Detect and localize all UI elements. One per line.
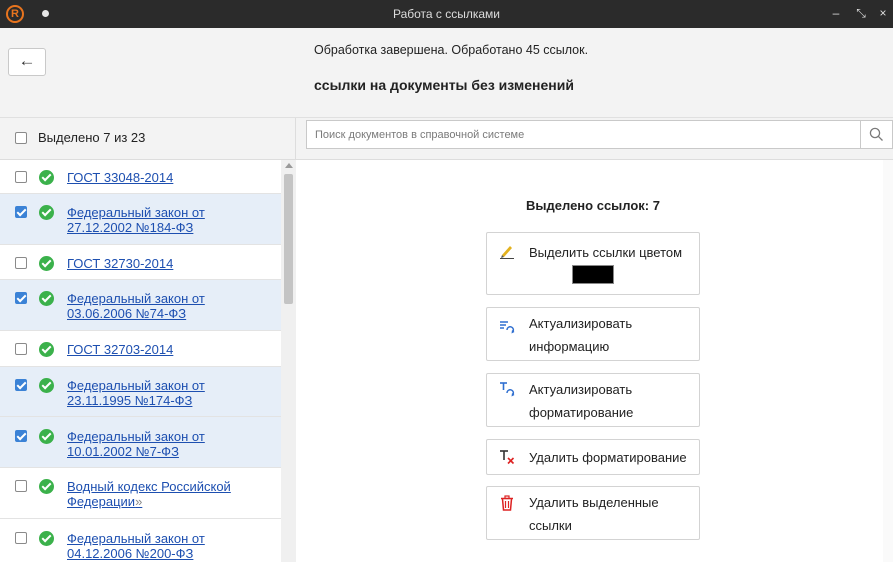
status-ok-icon [39,291,54,306]
item-checkbox[interactable] [15,257,27,269]
item-checkbox[interactable] [15,480,27,492]
list-scrollbar[interactable] [281,160,296,562]
links-list: ГОСТ 33048-2014 Федеральный закон от 27.… [0,160,296,562]
selected-links-count: Выделено ссылок: 7 [526,198,660,213]
search-icon [869,127,883,141]
status-ok-icon [39,531,54,546]
window-title: Работа с ссылками [392,7,501,21]
pencil-icon [500,246,514,259]
item-checkbox[interactable] [15,379,27,391]
title-bar: R Работа с ссылками – ⤡ × [0,0,893,28]
status-ok-icon [39,256,54,271]
minimize-button[interactable]: – [827,4,845,22]
color-swatch[interactable] [572,265,614,284]
document-link[interactable]: ГОСТ 32703-2014 [67,342,257,357]
update-info-label: Актуализировать информацию [529,316,633,354]
search-button[interactable] [860,121,892,148]
list-item[interactable]: ГОСТ 33048-2014 [0,160,281,194]
status-message: Обработка завершена. Обработано 45 ссыло… [314,43,589,57]
delete-links-label: Удалить выделенные ссылки [529,495,659,533]
scroll-up-icon[interactable] [285,163,293,168]
list-item[interactable]: Федеральный закон от 10.01.2002 №7-ФЗ [0,417,281,468]
right-edge [883,160,893,562]
restore-button[interactable]: ⤡ [852,4,870,22]
selection-summary: Выделено 7 из 23 [0,118,296,160]
section-title: ссылки на документы без изменений [314,77,574,93]
update-format-icon [500,382,515,397]
update-info-icon [500,321,515,334]
update-info-button[interactable]: Актуализировать информацию [486,307,700,361]
document-link[interactable]: Федеральный закон от 03.06.2006 №74-ФЗ [67,291,257,321]
status-ok-icon [39,170,54,185]
search-input[interactable]: Поиск документов в справочной системе [306,120,893,149]
document-link[interactable]: Федеральный закон от 27.12.2002 №184-ФЗ [67,205,257,235]
item-checkbox[interactable] [15,292,27,304]
list-item[interactable]: Федеральный закон от 04.12.2006 №200-ФЗ [0,519,281,562]
close-button[interactable]: × [874,4,892,22]
document-link[interactable]: ГОСТ 33048-2014 [67,170,257,185]
status-ok-icon [39,342,54,357]
document-link[interactable]: Федеральный закон от 04.12.2006 №200-ФЗ [67,531,257,561]
highlight-color-button[interactable]: Выделить ссылки цветом [486,232,700,295]
list-item[interactable]: ГОСТ 32703-2014 [0,331,281,367]
search-placeholder: Поиск документов в справочной системе [315,129,525,141]
item-checkbox[interactable] [15,206,27,218]
list-item[interactable]: Федеральный закон от 03.06.2006 №74-ФЗ [0,280,281,331]
select-all-checkbox[interactable] [15,132,27,144]
status-ok-icon [39,378,54,393]
document-link[interactable]: Водный кодекс Российской Федерации» [67,479,257,509]
document-link[interactable]: ГОСТ 32730-2014 [67,256,257,271]
list-item[interactable]: Водный кодекс Российской Федерации» [0,468,281,519]
selected-count-label: Выделено 7 из 23 [38,130,146,145]
document-link[interactable]: Федеральный закон от 10.01.2002 №7-ФЗ [67,429,257,459]
remove-formatting-label: Удалить форматирование [529,450,687,465]
item-checkbox[interactable] [15,430,27,442]
header: ← Обработка завершена. Обработано 45 ссы… [0,28,893,118]
remove-formatting-button[interactable]: Удалить форматирование [486,439,700,475]
list-item[interactable]: Федеральный закон от 23.11.1995 №174-ФЗ [0,367,281,417]
trash-icon [501,495,513,511]
delete-links-button[interactable]: Удалить выделенные ссылки [486,486,700,540]
item-checkbox[interactable] [15,532,27,544]
document-link-text[interactable]: Водный кодекс Российской Федерации [67,479,231,509]
status-ok-icon [39,429,54,444]
item-checkbox[interactable] [15,171,27,183]
search-bar-area: Поиск документов в справочной системе [296,118,893,160]
update-formatting-button[interactable]: Актуализировать форматирование [486,373,700,427]
clear-format-icon [500,450,515,465]
open-arrow-icon: » [135,494,143,509]
item-checkbox[interactable] [15,343,27,355]
document-link[interactable]: Федеральный закон от 23.11.1995 №174-ФЗ [67,378,257,408]
back-button[interactable]: ← [8,48,46,76]
status-ok-icon [39,479,54,494]
list-item[interactable]: Федеральный закон от 27.12.2002 №184-ФЗ [0,194,281,245]
scroll-thumb[interactable] [284,174,293,304]
list-item[interactable]: ГОСТ 32730-2014 [0,245,281,280]
highlight-color-label: Выделить ссылки цветом [529,245,683,260]
status-ok-icon [39,205,54,220]
update-formatting-label: Актуализировать форматирование [529,382,634,420]
